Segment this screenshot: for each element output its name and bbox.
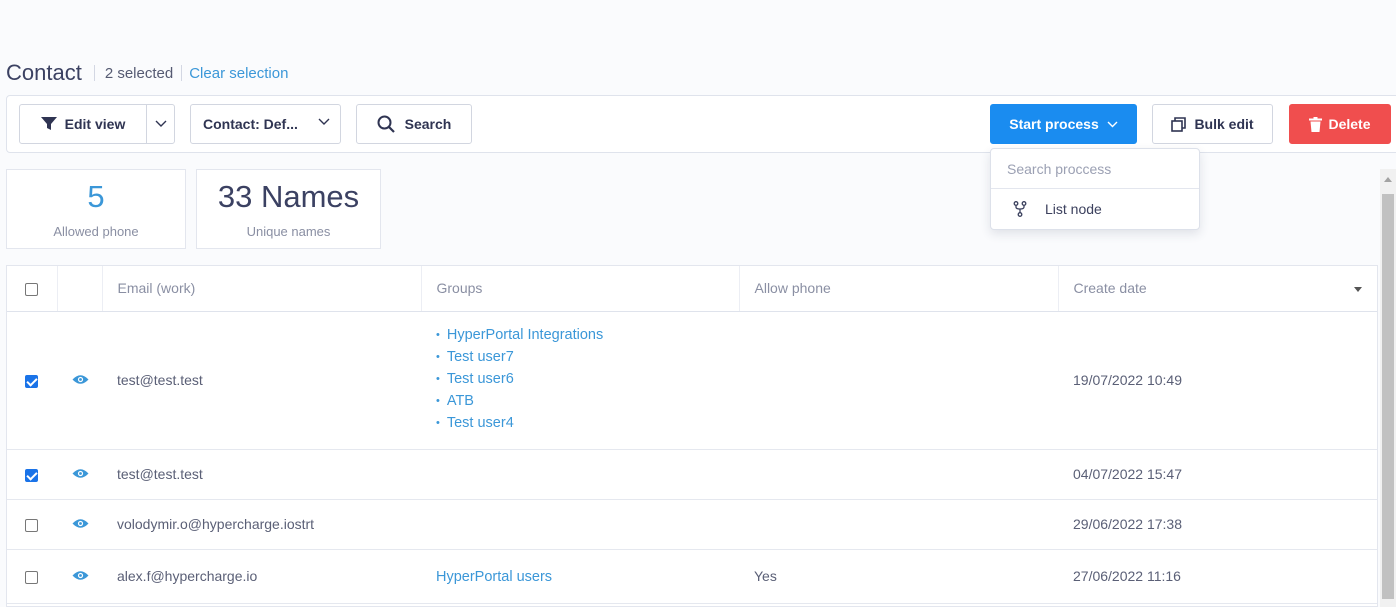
group-link[interactable]: Test user7 [436,347,739,369]
eye-icon[interactable] [72,570,89,581]
row-select-cell [7,449,57,500]
chevron-down-icon [318,118,330,125]
start-process-dropdown: List node [990,148,1200,230]
row-select-cell [7,549,57,604]
clear-selection-link[interactable]: Clear selection [189,65,288,82]
row-view-cell [57,499,102,550]
contact-view-label: Contact: Def... [203,116,298,132]
filter-icon [40,117,57,130]
delete-button[interactable]: Delete [1289,104,1391,144]
stat-value: 33 Names [217,179,360,214]
view-column-header [57,266,103,312]
start-process-label: Start process [1009,116,1099,132]
stat-label: Allowed phone [53,224,139,239]
trash-icon [1309,116,1323,132]
bulk-edit-label: Bulk edit [1194,116,1254,132]
selected-count: 2 selected [104,64,174,82]
edit-view-label: Edit view [64,116,126,132]
search-process-input[interactable] [1007,160,1187,177]
table-row[interactable]: alex.f@hypercharge.io HyperPortal users … [7,549,1377,604]
dropdown-item-label: List node [1045,201,1102,217]
eye-icon[interactable] [72,374,89,385]
row-view-cell [57,549,102,604]
row-select-cell [7,499,57,550]
row-select-cell [7,311,57,450]
chevron-down-icon [155,120,166,127]
allow-phone-cell [739,311,1058,450]
groups-cell: HyperPortal Integrations Test user7 Test… [421,311,739,450]
create-date-cell: 29/06/2022 17:38 [1058,499,1377,550]
allow-phone-cell: Yes [739,549,1058,604]
row-checkbox[interactable] [25,518,38,532]
header-divider [181,65,183,81]
groups-list: HyperPortal Integrations Test user7 Test… [436,325,739,435]
group-link[interactable]: Test user4 [436,413,739,435]
fork-icon [1013,201,1027,217]
contact-view-select[interactable]: Contact: Def... [190,104,341,144]
group-link[interactable]: ATB [436,391,739,413]
groups-cell [421,499,739,550]
chevron-down-icon [1107,121,1118,127]
groups-cell [421,449,739,500]
start-process-button[interactable]: Start process [990,104,1137,144]
page-header: Contact 2 selected Clear selection [6,58,288,88]
stat-value: 5 [87,179,105,214]
table-row[interactable]: test@test.test HyperPortal Integrations … [7,311,1377,450]
toolbar: Edit view Contact: Def... Search Start p… [6,95,1396,153]
delete-label: Delete [1328,116,1371,132]
edit-view-dropdown-button[interactable] [146,104,175,144]
email-cell: volodymir.o@hypercharge.iostrt [102,499,421,550]
table-row[interactable]: test@test.test 04/07/2022 15:47 [7,449,1377,500]
row-view-cell [57,449,102,500]
stat-card-unique-names: 33 Names Unique names [196,169,381,249]
eye-icon[interactable] [72,518,89,529]
allow-phone-cell [739,499,1058,550]
column-header-allow-phone[interactable]: Allow phone [739,266,1059,312]
dropdown-item-list-node[interactable]: List node [991,189,1199,229]
groups-cell: HyperPortal users [421,549,739,604]
vertical-scrollbar[interactable] [1380,169,1396,607]
scrollbar-thumb[interactable] [1382,194,1394,599]
allow-phone-cell [739,449,1058,500]
table-row[interactable]: volodymir.o@hypercharge.iostrt 29/06/202… [7,499,1377,550]
column-header-email[interactable]: Email (work) [102,266,422,312]
scroll-up-arrow-icon[interactable] [1384,177,1392,182]
group-link[interactable]: Test user6 [436,369,739,391]
search-icon [377,115,395,133]
create-date-cell: 19/07/2022 10:49 [1058,311,1377,450]
search-button[interactable]: Search [356,104,472,144]
bulk-edit-button[interactable]: Bulk edit [1152,104,1273,144]
stat-card-allowed-phone: 5 Allowed phone [6,169,186,249]
header-divider [93,65,95,81]
eye-icon[interactable] [72,468,89,479]
row-checkbox[interactable] [25,374,38,388]
column-header-label: Create date [1073,280,1147,297]
table-header-row: Email (work) Groups Allow phone Create d… [7,266,1377,312]
row-checkbox[interactable] [25,468,38,482]
email-cell: test@test.test [102,449,421,500]
select-all-checkbox[interactable] [25,283,38,297]
page-title: Contact [6,60,82,85]
dropdown-search [991,149,1199,189]
email-cell: test@test.test [102,311,421,450]
sort-desc-icon[interactable] [1354,287,1362,292]
contacts-table: Email (work) Groups Allow phone Create d… [6,265,1378,607]
column-header-create-date[interactable]: Create date [1058,266,1377,312]
search-label: Search [404,116,452,132]
stat-label: Unique names [246,224,331,239]
column-header-groups[interactable]: Groups [421,266,740,312]
group-link[interactable]: HyperPortal users [436,569,552,585]
create-date-cell: 04/07/2022 15:47 [1058,449,1377,500]
copy-icon [1171,116,1187,132]
row-checkbox[interactable] [25,570,38,584]
contact-page: Contact 2 selected Clear selection Edit … [0,0,1396,607]
group-link[interactable]: HyperPortal Integrations [436,325,739,347]
row-view-cell [57,311,102,450]
edit-view-button[interactable]: Edit view [19,104,147,144]
create-date-cell: 27/06/2022 11:16 [1058,549,1377,604]
select-all-cell [7,266,58,312]
email-cell: alex.f@hypercharge.io [102,549,421,604]
